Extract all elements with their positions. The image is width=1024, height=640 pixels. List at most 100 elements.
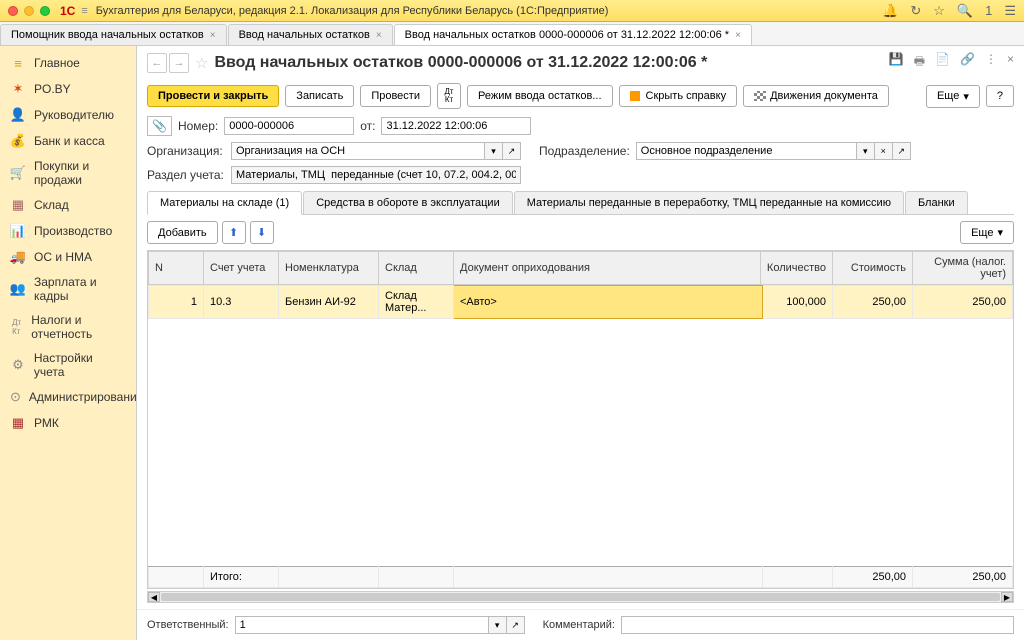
clear-icon[interactable]: × bbox=[875, 142, 893, 160]
totals-price: 250,00 bbox=[833, 567, 913, 588]
save-icon[interactable]: 💾 bbox=[889, 52, 904, 73]
col-sum[interactable]: Сумма (налог. учет) bbox=[913, 252, 1013, 285]
help-button[interactable]: ? bbox=[986, 85, 1014, 107]
post-and-close-button[interactable]: Провести и закрыть bbox=[147, 85, 279, 107]
scroll-thumb[interactable] bbox=[161, 593, 1000, 601]
table-more-button[interactable]: Еще ▾ bbox=[960, 221, 1014, 244]
horizontal-scrollbar[interactable]: ◀ ▶ bbox=[147, 591, 1014, 603]
add-row-button[interactable]: Добавить bbox=[147, 221, 218, 244]
col-nomen[interactable]: Номенклатура bbox=[279, 252, 379, 285]
dept-label: Подразделение: bbox=[539, 144, 630, 158]
movements-button[interactable]: Движения документа bbox=[743, 85, 889, 107]
favorite-star-icon[interactable]: ☆ bbox=[195, 54, 208, 72]
bell-icon[interactable]: 🔔 bbox=[882, 3, 898, 19]
open-icon[interactable]: ↗ bbox=[507, 616, 525, 634]
link-icon[interactable]: 🔗 bbox=[960, 52, 975, 73]
minimize-window-button[interactable] bbox=[24, 6, 34, 16]
star-icon[interactable]: ☆ bbox=[933, 3, 945, 19]
tab-assistant[interactable]: Помощник ввода начальных остатков × bbox=[0, 24, 227, 45]
comment-input[interactable] bbox=[621, 616, 1014, 634]
nav-assets[interactable]: 🚚ОС и НМА bbox=[0, 244, 136, 270]
entry-mode-button[interactable]: Режим ввода остатков... bbox=[467, 85, 613, 107]
menu-icon[interactable]: ≡ bbox=[81, 5, 87, 17]
move-up-button[interactable]: ⬆ bbox=[222, 221, 246, 244]
cell-sum[interactable]: 250,00 bbox=[913, 286, 1013, 319]
col-account[interactable]: Счет учета bbox=[204, 252, 279, 285]
orange-square-icon bbox=[630, 91, 640, 101]
col-n[interactable]: N bbox=[149, 252, 204, 285]
nav-main[interactable]: ≡Главное bbox=[0, 50, 136, 76]
search-icon[interactable]: 🔍 bbox=[957, 3, 973, 19]
subtab-processing[interactable]: Материалы переданные в переработку, ТМЦ … bbox=[514, 191, 904, 214]
paperclip-icon[interactable]: 📎 bbox=[147, 116, 172, 136]
nav-settings[interactable]: ⚙Настройки учета bbox=[0, 346, 136, 384]
close-doc-icon[interactable]: × bbox=[1007, 52, 1014, 73]
user-count[interactable]: 1 bbox=[985, 3, 992, 19]
move-down-button[interactable]: ⬇ bbox=[250, 221, 274, 244]
dropdown-icon[interactable]: ▾ bbox=[485, 142, 503, 160]
nav-admin[interactable]: ⊙Администрирование bbox=[0, 384, 136, 410]
comment-label: Комментарий: bbox=[543, 619, 615, 631]
close-icon[interactable]: × bbox=[735, 30, 741, 41]
tab-entry-balances[interactable]: Ввод начальных остатков × bbox=[228, 24, 393, 45]
maximize-window-button[interactable] bbox=[40, 6, 50, 16]
scroll-right-icon[interactable]: ▶ bbox=[1001, 592, 1013, 602]
cell-receipt[interactable]: <Авто> bbox=[454, 286, 763, 319]
more-button[interactable]: Еще ▾ bbox=[926, 85, 980, 108]
save-button[interactable]: Записать bbox=[285, 85, 354, 107]
dropdown-icon[interactable]: ▾ bbox=[857, 142, 875, 160]
dropdown-icon[interactable]: ▾ bbox=[489, 616, 507, 634]
nav-rmk[interactable]: ▦РМК bbox=[0, 410, 136, 436]
nav-poby[interactable]: ✶PO.BY bbox=[0, 76, 136, 102]
nav-manager[interactable]: 👤Руководителю bbox=[0, 102, 136, 128]
nav-forward-button[interactable]: → bbox=[169, 53, 189, 73]
date-label: от: bbox=[360, 119, 375, 133]
tab-document[interactable]: Ввод начальных остатков 0000-000006 от 3… bbox=[394, 24, 752, 45]
nav-salary[interactable]: 👥Зарплата и кадры bbox=[0, 270, 136, 308]
cell-n[interactable]: 1 bbox=[149, 286, 204, 319]
responsible-label: Ответственный: bbox=[147, 619, 229, 631]
subtab-stock[interactable]: Материалы на складе (1) bbox=[147, 191, 302, 215]
date-input[interactable] bbox=[381, 117, 531, 135]
report-icon[interactable]: 📄 bbox=[935, 52, 950, 73]
col-price[interactable]: Стоимость bbox=[833, 252, 913, 285]
settings-icon[interactable]: ☰ bbox=[1004, 3, 1016, 19]
more-icon[interactable]: ⋮ bbox=[985, 52, 997, 73]
open-icon[interactable]: ↗ bbox=[503, 142, 521, 160]
dept-input[interactable] bbox=[636, 142, 857, 160]
nav-production[interactable]: 📊Производство bbox=[0, 218, 136, 244]
col-receipt[interactable]: Документ оприходования bbox=[454, 252, 761, 285]
nav-back-button[interactable]: ← bbox=[147, 53, 167, 73]
org-input[interactable] bbox=[231, 142, 485, 160]
number-input[interactable] bbox=[224, 117, 354, 135]
col-qty[interactable]: Количество bbox=[760, 252, 832, 285]
cell-qty[interactable]: 100,000 bbox=[763, 286, 833, 319]
post-button[interactable]: Провести bbox=[360, 85, 431, 107]
print-icon[interactable]: 🖶 bbox=[914, 52, 925, 73]
open-icon[interactable]: ↗ bbox=[893, 142, 911, 160]
titlebar: 1C ≡ Бухгалтерия для Беларуси, редакция … bbox=[0, 0, 1024, 22]
close-window-button[interactable] bbox=[8, 6, 18, 16]
subtab-turnover[interactable]: Средства в обороте в эксплуатации bbox=[303, 191, 513, 214]
table-row[interactable]: 1 10.3 Бензин АИ-92 Склад Матер... <Авто… bbox=[149, 286, 1013, 319]
logo-1c: 1C bbox=[60, 4, 75, 18]
col-warehouse[interactable]: Склад bbox=[379, 252, 454, 285]
cell-price[interactable]: 250,00 bbox=[833, 286, 913, 319]
close-icon[interactable]: × bbox=[210, 30, 216, 41]
scroll-left-icon[interactable]: ◀ bbox=[148, 592, 160, 602]
nav-warehouse[interactable]: ▦Склад bbox=[0, 192, 136, 218]
cell-account[interactable]: 10.3 bbox=[204, 286, 279, 319]
nav-bank[interactable]: 💰Банк и касса bbox=[0, 128, 136, 154]
nav-taxes[interactable]: ДтКтНалоги и отчетность bbox=[0, 308, 136, 346]
history-icon[interactable]: ↻ bbox=[910, 3, 921, 19]
nav-purchases[interactable]: 🛒Покупки и продажи bbox=[0, 154, 136, 192]
tab-label: Ввод начальных остатков bbox=[239, 29, 370, 41]
cell-nomen[interactable]: Бензин АИ-92 bbox=[279, 286, 379, 319]
cell-warehouse[interactable]: Склад Матер... bbox=[379, 286, 454, 319]
responsible-input[interactable] bbox=[235, 616, 489, 634]
close-icon[interactable]: × bbox=[376, 30, 382, 41]
dt-kt-button[interactable]: ДтКт bbox=[437, 83, 461, 109]
hide-reference-button[interactable]: Скрыть справку bbox=[619, 85, 738, 107]
totals-sum: 250,00 bbox=[913, 567, 1013, 588]
subtab-blanks[interactable]: Бланки bbox=[905, 191, 968, 214]
